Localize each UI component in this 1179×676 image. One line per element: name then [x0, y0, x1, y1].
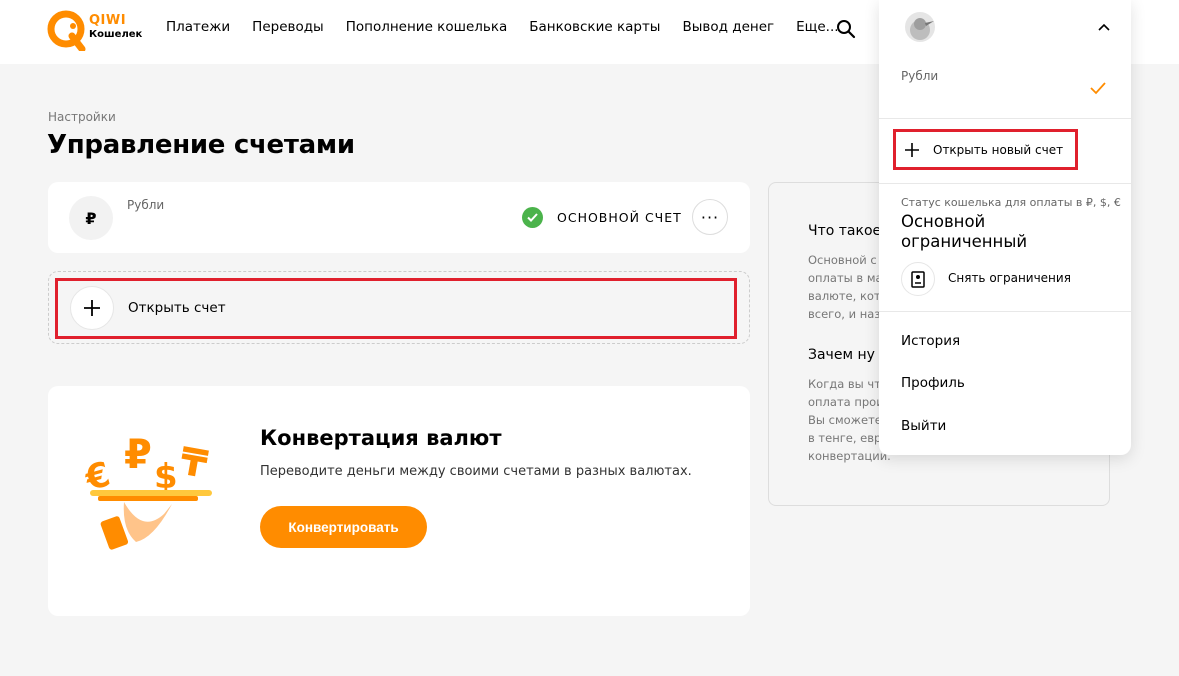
nav-payments[interactable]: Платежи	[166, 19, 230, 35]
info-line: Вы сможете	[808, 413, 882, 427]
account-card: ₽ Рубли ОСНОВНОЙ СЧЕТ ···	[48, 182, 750, 253]
chevron-up-icon[interactable]	[1098, 22, 1110, 32]
brand-name: QIWI	[89, 13, 127, 28]
plus-icon[interactable]	[904, 142, 920, 158]
wallet-status-caption: Статус кошелька для оплаты в ₽, $, €	[901, 196, 1121, 209]
document-icon[interactable]	[901, 262, 935, 296]
divider	[879, 183, 1131, 184]
ruble-icon: ₽	[69, 196, 113, 240]
profile-dropdown: Рубли Открыть новый счет Статус кошелька…	[879, 0, 1131, 455]
bird-avatar-icon	[910, 18, 934, 40]
conversion-title: Конвертация валют	[260, 426, 502, 450]
account-name: Рубли	[127, 198, 165, 212]
info-heading-2: Зачем ну	[808, 347, 875, 363]
plus-icon[interactable]	[70, 286, 114, 330]
nav-transfers[interactable]: Переводы	[252, 19, 324, 35]
page-title: Управление счетами	[47, 130, 355, 160]
history-link[interactable]: История	[901, 333, 960, 349]
check-circle-icon	[522, 207, 543, 228]
nav-bank-cards[interactable]: Банковские карты	[529, 19, 660, 35]
info-line: всего, и наз	[808, 307, 881, 321]
info-line: конвертации.	[808, 449, 891, 463]
divider	[879, 118, 1131, 119]
breadcrumb[interactable]: Настройки	[48, 110, 116, 124]
svg-text:₽: ₽	[124, 432, 152, 478]
brand-subtitle: Кошелек	[89, 29, 143, 40]
wallet-status-value: Основной ограниченный	[901, 212, 1028, 251]
dropdown-account-name[interactable]: Рубли	[901, 69, 938, 83]
info-line: Когда вы что	[808, 377, 888, 391]
nav-topup[interactable]: Пополнение кошелька	[346, 19, 508, 35]
profile-link[interactable]: Профиль	[901, 375, 965, 391]
avatar[interactable]	[905, 12, 935, 42]
main-account-badge: ОСНОВНОЙ СЧЕТ	[522, 207, 682, 228]
nav-withdraw[interactable]: Вывод денег	[682, 19, 774, 35]
info-line: Основной с	[808, 253, 877, 267]
info-line: валюте, кот	[808, 289, 881, 303]
nav-more[interactable]: Еще...	[796, 19, 838, 35]
info-heading-1: Что такое	[808, 223, 882, 239]
account-more-button[interactable]: ···	[692, 199, 728, 235]
open-account-label[interactable]: Открыть счет	[128, 300, 226, 316]
checkmark-icon	[1090, 82, 1106, 95]
conversion-card: € ₽ $ ₸ Конвертация валют Переводите ден…	[48, 386, 750, 616]
lift-restrictions-link[interactable]: Снять ограничения	[948, 271, 1071, 285]
info-line: оплаты в ма	[808, 271, 883, 285]
divider	[879, 311, 1131, 312]
info-line: оплата прои	[808, 395, 884, 409]
convert-button[interactable]: Конвертировать	[260, 506, 427, 548]
logo-text[interactable]: QIWI Кошелек	[89, 14, 142, 41]
currency-tray-icon: € ₽ $ ₸	[84, 432, 212, 550]
open-new-account-link[interactable]: Открыть новый счет	[933, 143, 1063, 157]
svg-text:₸: ₸	[177, 439, 211, 487]
main-nav: Платежи Переводы Пополнение кошелька Бан…	[166, 19, 839, 35]
search-icon[interactable]	[836, 19, 856, 39]
logout-link[interactable]: Выйти	[901, 418, 946, 434]
main-account-label: ОСНОВНОЙ СЧЕТ	[557, 210, 682, 225]
conversion-description: Переводите деньги между своими счетами в…	[260, 464, 692, 479]
info-line: в тенге, евро	[808, 431, 889, 445]
